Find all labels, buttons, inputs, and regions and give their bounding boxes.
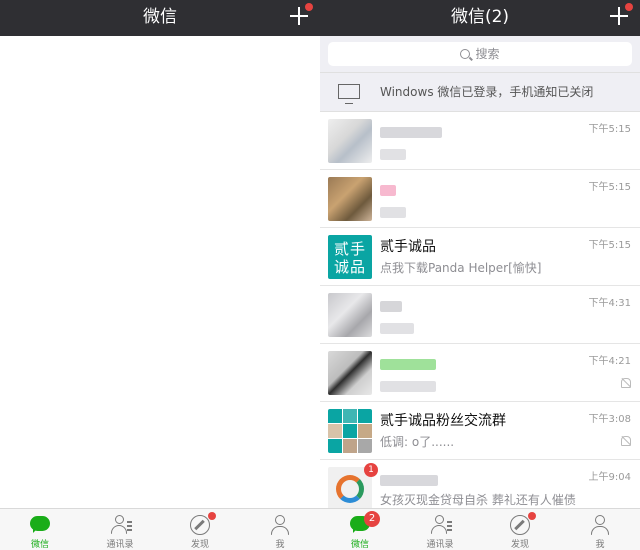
chat-time: 下午3:08: [588, 414, 631, 425]
chat-row[interactable]: 下午4:21: [320, 344, 640, 402]
chat-icon: [29, 514, 51, 536]
page-title: 微信: [143, 7, 177, 27]
blurred-preview: [380, 203, 406, 222]
page-title: 微信(2): [450, 7, 510, 27]
chat-preview: 低调: o了......: [380, 435, 455, 449]
blurred-preview: [380, 377, 436, 396]
mute-icon: [620, 378, 631, 388]
chat-preview: 女孩灭现金贷母自杀 葬礼还有人催债: [380, 493, 576, 507]
contacts-icon: [429, 514, 452, 536]
add-plus-icon[interactable]: [610, 3, 633, 25]
tab-label: 发现: [190, 540, 209, 550]
wechat-screen-empty: 微信 微信 通讯录 发现 我: [0, 0, 320, 550]
chat-time: 下午4:31: [588, 298, 631, 309]
top-nav-bar: 微信: [0, 0, 320, 36]
monitor-icon: [338, 84, 360, 104]
notice-text: Windows 微信已登录，手机通知已关闭: [380, 85, 594, 99]
notification-dot: [305, 3, 313, 11]
brand-avatar: 贰手诚品: [328, 235, 372, 279]
unread-count-badge: 2: [364, 511, 380, 527]
chat-list: 下午5:15 下午5:15 贰手诚品 贰手诚品 点我下载Panda Helper…: [320, 112, 640, 518]
blurred-preview: [380, 145, 406, 164]
chat-row[interactable]: 贰手诚品 贰手诚品 点我下载Panda Helper[愉快] 下午5:15: [320, 228, 640, 286]
chat-row[interactable]: 下午5:15: [320, 112, 640, 170]
chat-time: 下午5:15: [588, 240, 631, 251]
wechat-screen-chats: 微信(2) 搜索 Windows 微信已登录，手机通知已关闭 下午5:15 下午…: [320, 0, 640, 550]
discover-dot-badge: [208, 512, 216, 520]
chat-time: 下午5:15: [588, 124, 631, 135]
blurred-name: [380, 355, 436, 374]
chat-row[interactable]: 贰手诚品粉丝交流群 低调: o了...... 下午3:08: [320, 402, 640, 460]
tab-label: 通讯录: [426, 540, 454, 550]
blurred-name: [380, 181, 396, 200]
avatar: [328, 293, 372, 337]
tab-contacts[interactable]: 通讯录: [80, 509, 160, 550]
tab-label: 发现: [510, 540, 529, 550]
bottom-tab-bar: 微信 通讯录 发现 我: [0, 508, 320, 550]
chat-preview: 点我下载Panda Helper[愉快]: [380, 261, 542, 275]
tab-discover[interactable]: 发现: [480, 509, 560, 550]
chat-time: 上午9:04: [588, 472, 631, 483]
tab-label: 通讯录: [106, 540, 134, 550]
search-input[interactable]: 搜索: [328, 42, 632, 66]
bottom-tab-bar: 2 微信 通讯录 发现 我: [320, 508, 640, 550]
app-screens: 微信 微信 通讯录 发现 我 微信(2) 搜索 Windows 微信已登录，手机…: [0, 0, 640, 550]
chat-time: 下午4:21: [588, 356, 631, 367]
desktop-login-notice[interactable]: Windows 微信已登录，手机通知已关闭: [320, 72, 640, 112]
avatar: [328, 119, 372, 163]
profile-icon: [269, 514, 291, 536]
tab-label: 我: [275, 540, 285, 550]
avatar: [328, 177, 372, 221]
chat-row[interactable]: 下午4:31: [320, 286, 640, 344]
tab-chats[interactable]: 微信: [0, 509, 80, 550]
notification-dot: [625, 3, 633, 11]
tab-contacts[interactable]: 通讯录: [400, 509, 480, 550]
group-avatar: [328, 409, 372, 453]
add-plus-icon[interactable]: [290, 3, 313, 25]
mute-icon: [620, 436, 631, 446]
tab-label: 微信: [30, 540, 49, 550]
blurred-name: [380, 297, 402, 316]
search-icon: [460, 49, 471, 59]
tab-label: 我: [595, 540, 605, 550]
chat-row[interactable]: 下午5:15: [320, 170, 640, 228]
profile-icon: [589, 514, 611, 536]
search-placeholder: 搜索: [475, 47, 500, 61]
tab-me[interactable]: 我: [560, 509, 640, 550]
chat-time: 下午5:15: [588, 182, 631, 193]
chat-name: 贰手诚品粉丝交流群: [380, 413, 506, 429]
blurred-name: [380, 123, 442, 142]
contacts-icon: [109, 514, 132, 536]
blurred-preview: [380, 319, 414, 338]
unread-badge: 1: [364, 463, 378, 477]
tab-discover[interactable]: 发现: [160, 509, 240, 550]
search-bar: 搜索: [320, 36, 640, 72]
tab-me[interactable]: 我: [240, 509, 320, 550]
discover-dot-badge: [528, 512, 536, 520]
tab-chats[interactable]: 2 微信: [320, 509, 400, 550]
tab-label: 微信: [350, 540, 369, 550]
avatar: [328, 351, 372, 395]
blurred-name: [380, 471, 438, 490]
top-nav-bar: 微信(2): [320, 0, 640, 36]
chat-name: 贰手诚品: [380, 239, 436, 255]
